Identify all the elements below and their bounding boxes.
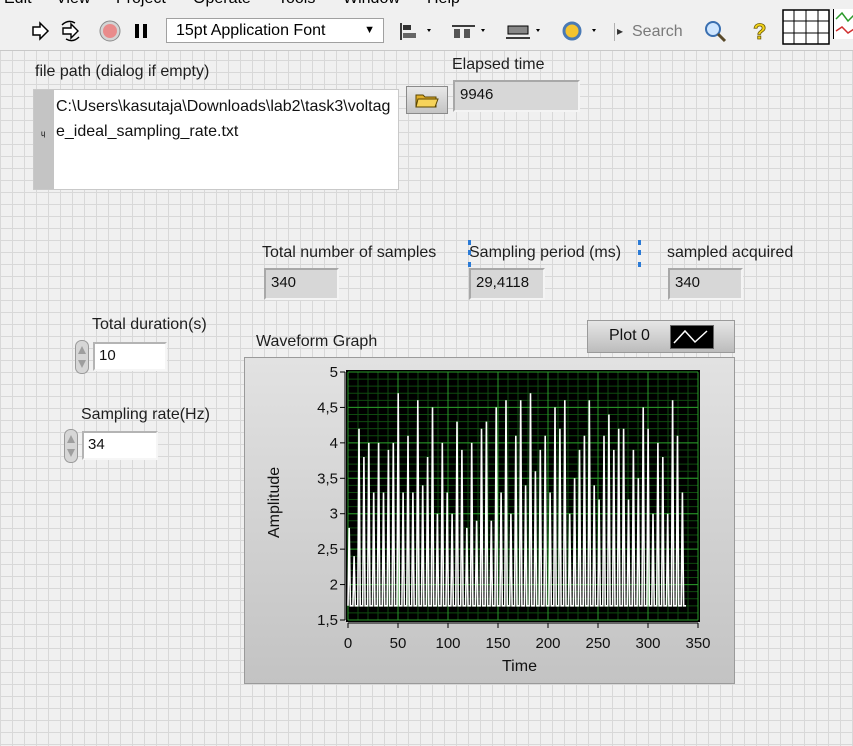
y-tick-label: 5 <box>330 364 338 381</box>
waveform-chart: 1,5 2 2,5 3 3,5 4 4,5 5 0 50 100 150 200 250 300 350 <box>317 364 710 652</box>
x-axis-title: Time <box>502 658 537 675</box>
y-tick-label: 4 <box>330 435 338 452</box>
y-axis-title: Amplitude <box>266 466 283 538</box>
y-tick-label: 2 <box>330 577 338 594</box>
y-tick-label: 2,5 <box>317 541 338 558</box>
x-tick-label: 50 <box>390 635 407 652</box>
x-tick-label: 0 <box>344 635 352 652</box>
y-tick-label: 3,5 <box>317 470 338 487</box>
x-tick-label: 100 <box>435 635 460 652</box>
y-tick-label: 3 <box>330 506 338 523</box>
x-tick-label: 300 <box>635 635 660 652</box>
x-tick-label: 350 <box>685 635 710 652</box>
x-tick-label: 150 <box>485 635 510 652</box>
y-tick-label: 1,5 <box>317 612 338 629</box>
y-tick-label: 4,5 <box>317 399 338 416</box>
x-tick-label: 200 <box>535 635 560 652</box>
x-tick-label: 250 <box>585 635 610 652</box>
